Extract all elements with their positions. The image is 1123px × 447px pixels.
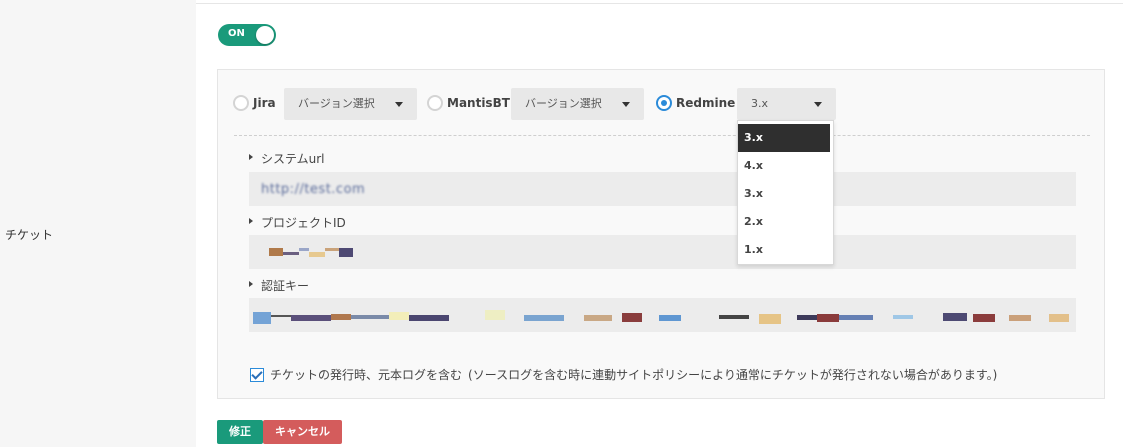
mantis-radio[interactable] (427, 95, 443, 111)
ticket-toggle[interactable]: ON (218, 24, 276, 46)
top-divider (196, 3, 1123, 4)
save-button[interactable]: 修正 (217, 420, 263, 444)
mantis-option[interactable]: MantisBT (427, 95, 510, 111)
redmine-version-dropdown: 3.x 4.x 3.x 2.x 1.x (737, 120, 834, 265)
system-url-value: http://test.com (261, 182, 366, 197)
mantis-label: MantisBT (447, 96, 510, 110)
include-log-checkbox[interactable] (250, 367, 264, 382)
toggle-knob (256, 26, 274, 44)
mantis-select-value: バージョン選択 (525, 97, 602, 110)
toggle-label: ON (228, 28, 245, 39)
project-id-masked-value (249, 235, 1076, 269)
jira-radio[interactable] (233, 95, 249, 111)
dashed-divider (234, 135, 1090, 136)
include-log-label: チケットの発行時、元本ログを含む (270, 368, 463, 382)
auth-key-input[interactable] (249, 298, 1076, 332)
redmine-select-value: 3.x (751, 97, 769, 110)
left-column (0, 0, 196, 447)
redmine-version-select[interactable]: 3.x (737, 88, 836, 120)
ticket-label: チケット (5, 228, 54, 242)
jira-option[interactable]: Jira (233, 95, 276, 111)
cancel-button[interactable]: キャンセル (263, 420, 342, 444)
jira-version-select[interactable]: バージョン選択 (284, 88, 417, 120)
chevron-down-icon (395, 102, 403, 107)
redmine-radio[interactable] (656, 95, 672, 111)
tracker-panel: Jira バージョン選択 MantisBT バージョン選択 Redmine 3.… (217, 69, 1105, 399)
redmine-label: Redmine (676, 96, 736, 110)
project-id-input[interactable] (249, 235, 1076, 269)
mantis-version-select[interactable]: バージョン選択 (511, 88, 644, 120)
jira-select-value: バージョン選択 (298, 97, 375, 110)
dropdown-option[interactable]: 3.x (738, 124, 830, 152)
dropdown-option[interactable]: 2.x (738, 208, 833, 236)
redmine-option[interactable]: Redmine (656, 95, 735, 111)
system-url-input[interactable]: http://test.com (249, 172, 1076, 206)
jira-label: Jira (253, 96, 276, 110)
include-log-row: チケットの発行時、元本ログを含む (ソースログを含む時に連動サイトポリシーにより… (250, 366, 997, 383)
dropdown-option[interactable]: 4.x (738, 152, 833, 180)
dropdown-option[interactable]: 1.x (738, 236, 833, 264)
auth-key-label: 認証キー (249, 277, 309, 294)
dropdown-option[interactable]: 3.x (738, 180, 833, 208)
include-log-note: (ソースログを含む時に連動サイトポリシーにより通常にチケットが発行されない場合が… (468, 368, 998, 382)
system-url-label: システムurl (249, 150, 325, 167)
chevron-down-icon (622, 102, 630, 107)
project-id-label: プロジェクトID (249, 214, 346, 231)
chevron-down-icon (814, 102, 822, 107)
auth-key-masked-value (249, 298, 1076, 332)
